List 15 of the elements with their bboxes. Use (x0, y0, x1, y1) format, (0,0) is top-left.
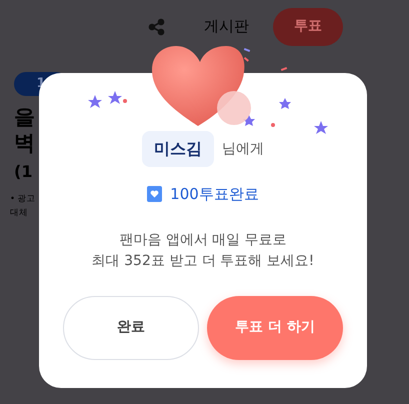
vote-button[interactable]: 투표 (273, 8, 343, 46)
headline-text: 벽 (14, 130, 35, 156)
subtitle-text: (1 (14, 160, 32, 183)
votes-complete-text: 100투표완료 (170, 184, 259, 205)
board-tab[interactable]: 게시판 (204, 15, 249, 38)
recipient-suffix-text: 님에게 (222, 140, 264, 158)
recipient-name: 미스김 (142, 131, 214, 167)
headline-text: 을 (14, 104, 35, 130)
message-text: 팬마음 앱에서 매일 무료로 (118, 230, 288, 250)
note-text: • 광고 (10, 192, 36, 206)
vote-more-button[interactable]: 투표 더 하기 (207, 296, 343, 360)
share-icon[interactable] (148, 18, 166, 36)
message-text: 최대 352표 받고 더 투표해 보세요! (92, 252, 314, 270)
note-text: 대체 (10, 206, 28, 220)
done-button[interactable]: 완료 (63, 296, 199, 360)
